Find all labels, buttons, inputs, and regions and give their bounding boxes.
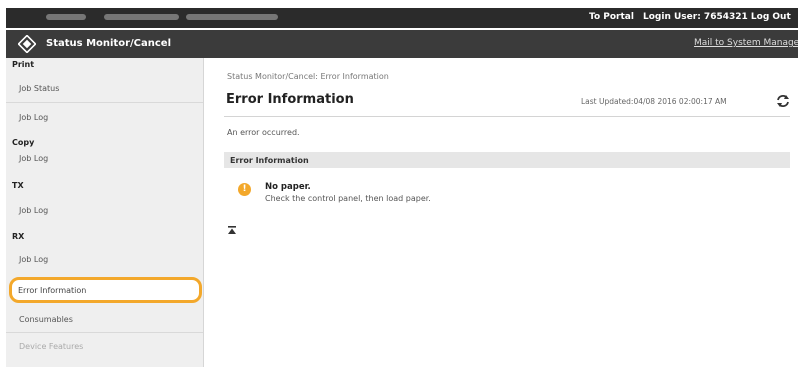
error-occurred-message: An error occurred. xyxy=(227,128,300,137)
status-monitor-logo-icon xyxy=(18,35,36,53)
login-user-info: Login User: 7654321 Log Out xyxy=(643,12,791,22)
refresh-icon[interactable] xyxy=(776,94,790,108)
divider xyxy=(6,332,203,333)
app-title: Status Monitor/Cancel xyxy=(46,38,172,49)
blurred-address-segment xyxy=(104,14,179,20)
page-title: Error Information xyxy=(226,92,354,107)
sidebar-item-print-job-status[interactable]: Job Status xyxy=(19,84,59,93)
warning-icon: ! xyxy=(238,183,251,196)
sidebar-item-print-job-log[interactable]: Job Log xyxy=(19,113,48,122)
last-updated-timestamp: Last Updated:04/08 2016 02:00:17 AM xyxy=(581,97,727,106)
sidebar-heading-rx: RX xyxy=(12,232,25,241)
blurred-address-segment xyxy=(46,14,86,20)
sidebar-item-rx-job-log[interactable]: Job Log xyxy=(19,255,48,264)
error-title: No paper. xyxy=(265,182,311,192)
top-bar: To Portal Login User: 7654321 Log Out xyxy=(6,8,798,28)
to-portal-link[interactable]: To Portal xyxy=(589,12,634,22)
blurred-address-segment xyxy=(186,14,278,20)
mail-to-system-manager-link[interactable]: Mail to System Manager xyxy=(694,38,798,48)
divider xyxy=(224,116,790,117)
sidebar-item-consumables[interactable]: Consumables xyxy=(19,315,73,324)
error-detail: Check the control panel, then load paper… xyxy=(265,194,431,203)
breadcrumb: Status Monitor/Cancel: Error Information xyxy=(227,72,389,81)
sidebar-item-device-features[interactable]: Device Features xyxy=(19,342,83,351)
sidebar-heading-print: Print xyxy=(12,60,35,69)
sidebar-item-tx-job-log[interactable]: Job Log xyxy=(19,206,48,215)
section-title: Error Information xyxy=(230,156,309,165)
sidebar-heading-copy: Copy xyxy=(12,138,35,147)
sidebar-heading-tx: TX xyxy=(12,181,24,190)
divider xyxy=(6,102,203,103)
title-bar: Status Monitor/Cancel Mail to System Man… xyxy=(6,30,798,58)
sidebar-item-copy-job-log[interactable]: Job Log xyxy=(19,154,48,163)
error-information-section-header: Error Information xyxy=(224,152,790,168)
back-to-top-icon[interactable] xyxy=(227,225,237,235)
sidebar-item-label: Error Information xyxy=(18,286,87,295)
sidebar: Print Job Status Job Log Copy Job Log TX… xyxy=(6,58,204,367)
sidebar-item-error-information[interactable]: Error Information xyxy=(9,277,202,303)
